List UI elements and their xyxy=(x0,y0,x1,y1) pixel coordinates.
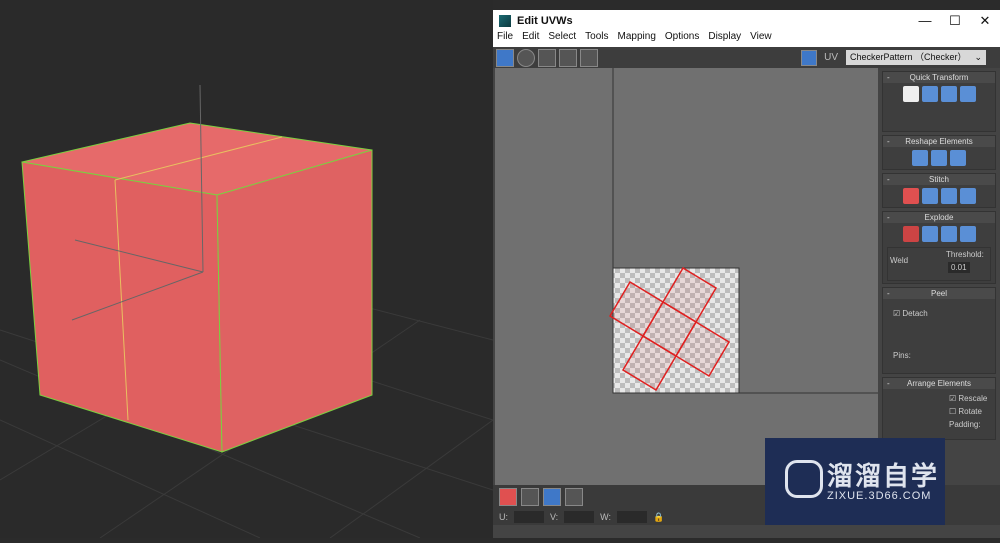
pins-label: Pins: xyxy=(893,351,911,360)
relax-icon[interactable] xyxy=(931,150,947,166)
uv-label[interactable]: UV xyxy=(824,52,838,63)
align-icon[interactable] xyxy=(921,86,938,102)
texture-dropdown[interactable]: CheckerPattern （Checker） ⌄ xyxy=(846,50,986,65)
stitch-custom-icon[interactable] xyxy=(959,188,976,204)
lock-icon[interactable]: 🔒 xyxy=(653,512,664,523)
title-bar: Edit UVWs — ☐ ✕ xyxy=(493,10,1000,31)
menu-bar: File Edit Select Tools Mapping Options Display… xyxy=(493,31,1000,47)
viewport-scene xyxy=(0,84,494,539)
mirror-icon[interactable] xyxy=(580,48,598,67)
app-logo-icon xyxy=(499,14,511,27)
rotate-checkbox[interactable]: ☐ xyxy=(949,407,958,416)
straighten-icon[interactable] xyxy=(912,150,928,166)
arrange-header[interactable]: Arrange Elements xyxy=(883,378,995,389)
break-icon[interactable] xyxy=(902,226,919,242)
space-icon[interactable] xyxy=(959,86,976,102)
rotate-icon[interactable] xyxy=(517,48,535,67)
menu-tools[interactable]: Tools xyxy=(585,31,608,47)
stitch-average-icon[interactable] xyxy=(921,188,938,204)
u-input[interactable] xyxy=(514,511,544,523)
uv-view xyxy=(608,68,878,394)
w-input[interactable] xyxy=(617,511,648,523)
menu-select[interactable]: Select xyxy=(548,31,576,47)
move-icon[interactable] xyxy=(496,48,514,67)
detach-checkbox[interactable]: ☑ xyxy=(893,309,902,318)
element-select-icon[interactable] xyxy=(521,488,539,506)
menu-edit[interactable]: Edit xyxy=(522,31,539,47)
menu-options[interactable]: Options xyxy=(665,31,699,47)
rescale-checkbox[interactable]: ☑ xyxy=(949,394,958,403)
checker-toggle-icon[interactable] xyxy=(801,50,817,66)
uv-canvas[interactable] xyxy=(495,68,878,485)
v-input[interactable] xyxy=(564,511,595,523)
3d-viewport[interactable] xyxy=(0,0,494,539)
set-pivot-icon[interactable] xyxy=(902,86,919,102)
grow-select-icon[interactable] xyxy=(543,488,561,506)
arc-icon[interactable] xyxy=(950,150,966,166)
watermark-url: ZIXUE.3D66.COM xyxy=(827,490,932,502)
peel-header[interactable]: Peel xyxy=(883,288,995,299)
detach-label: Detach xyxy=(902,309,928,318)
stitch-source-icon[interactable] xyxy=(902,188,919,204)
minimize-button[interactable]: — xyxy=(910,13,940,29)
threshold-label: Threshold: xyxy=(946,250,984,259)
rescale-label: Rescale xyxy=(958,394,988,403)
flatten-angle-icon[interactable] xyxy=(921,226,938,242)
weld-label: Weld xyxy=(890,256,909,265)
threshold-input[interactable]: 0.01 xyxy=(948,262,970,273)
menu-file[interactable]: File xyxy=(497,31,513,47)
w-label: W: xyxy=(600,512,612,522)
maximize-button[interactable]: ☐ xyxy=(940,13,970,29)
play-logo-icon xyxy=(785,460,823,498)
v-label: V: xyxy=(550,512,559,522)
reshape-header[interactable]: Reshape Elements xyxy=(883,136,995,147)
texture-dropdown-value: CheckerPattern （Checker） xyxy=(850,52,967,62)
cube-right xyxy=(216,149,373,453)
stitch-header[interactable]: Stitch xyxy=(883,174,995,185)
face-select-icon[interactable] xyxy=(499,488,517,506)
chevron-down-icon: ⌄ xyxy=(974,52,982,62)
quick-transform-header[interactable]: Quick Transform xyxy=(883,72,995,83)
scale-icon[interactable] xyxy=(538,48,556,67)
shrink-select-icon[interactable] xyxy=(565,488,583,506)
explode-header[interactable]: Explode xyxy=(883,212,995,223)
menu-view[interactable]: View xyxy=(750,31,772,47)
flatten-smoothing-icon[interactable] xyxy=(959,226,976,242)
flatten-material-icon[interactable] xyxy=(940,226,957,242)
rotate-label: Rotate xyxy=(958,407,982,416)
stitch-target-icon[interactable] xyxy=(940,188,957,204)
close-button[interactable]: ✕ xyxy=(970,13,1000,29)
menu-display[interactable]: Display xyxy=(708,31,741,47)
watermark-title: 溜溜自学 xyxy=(827,461,940,491)
watermark: 溜溜自学 ZIXUE.3D66.COM xyxy=(765,438,945,525)
u-label: U: xyxy=(499,512,508,522)
rotate-90-icon[interactable] xyxy=(940,86,957,102)
menu-mapping[interactable]: Mapping xyxy=(618,31,656,47)
window-title: Edit UVWs xyxy=(517,14,573,27)
padding-label: Padding: xyxy=(949,420,981,429)
freeform-icon[interactable] xyxy=(559,48,577,67)
